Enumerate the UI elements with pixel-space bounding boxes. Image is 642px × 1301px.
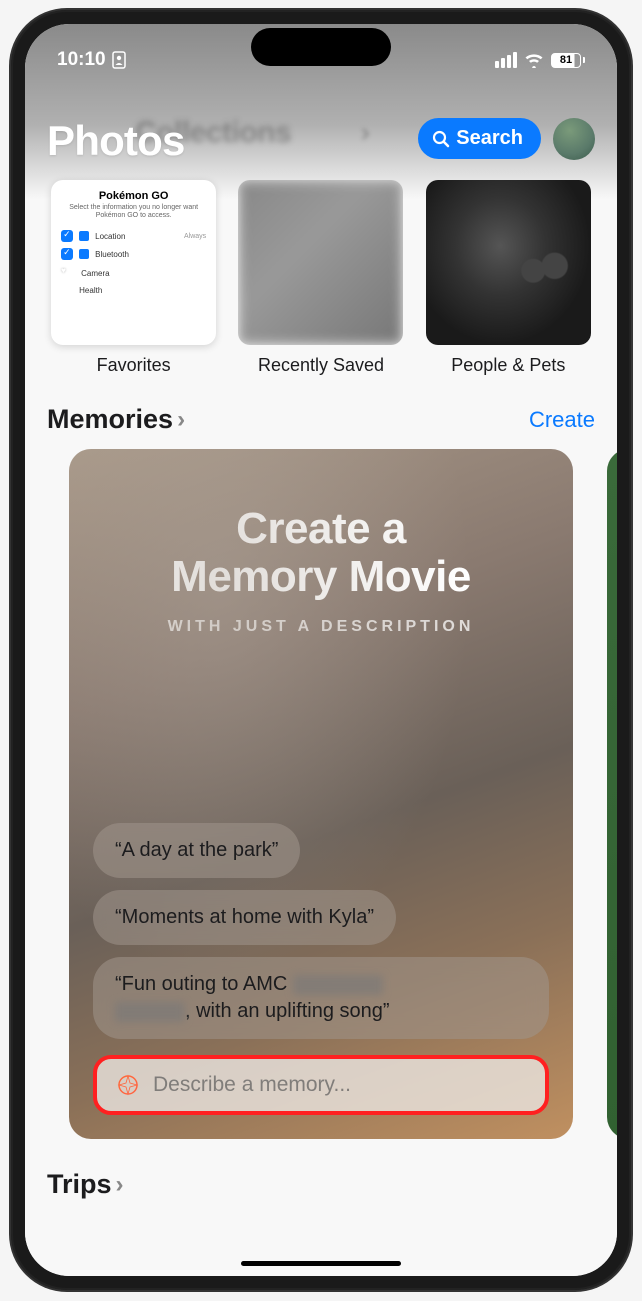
chevron-right-icon: › bbox=[177, 406, 185, 434]
create-button[interactable]: Create bbox=[529, 407, 595, 433]
collections-row[interactable]: Pokémon GO Select the information you no… bbox=[25, 180, 617, 376]
collection-people-pets[interactable]: People & Pets bbox=[422, 180, 595, 376]
app-title: Photos bbox=[47, 117, 185, 165]
redacted-text bbox=[293, 975, 383, 995]
wifi-icon bbox=[524, 52, 544, 68]
search-label: Search bbox=[456, 127, 523, 150]
suggestion-pill[interactable]: “A day at the park” bbox=[93, 823, 300, 878]
next-memory-card-peek[interactable] bbox=[607, 449, 617, 1139]
heart-icon: ♥ bbox=[61, 266, 75, 280]
trips-title-button[interactable]: Trips › bbox=[47, 1169, 595, 1200]
search-icon bbox=[432, 130, 450, 148]
suggestion-pill[interactable]: “Fun outing to AMC , with an uplifting s… bbox=[93, 957, 549, 1039]
home-indicator[interactable] bbox=[241, 1261, 401, 1266]
memory-suggestions: “A day at the park” “Moments at home wit… bbox=[93, 823, 549, 1115]
collection-label: People & Pets bbox=[451, 355, 565, 376]
status-time: 10:10 bbox=[57, 49, 106, 71]
recently-saved-thumbnail bbox=[238, 180, 403, 345]
screen: 10:10 81 Collections › Photos bbox=[25, 24, 617, 1276]
memories-header: Memories › Create bbox=[25, 376, 617, 449]
person-card-icon bbox=[112, 51, 126, 69]
dynamic-island bbox=[251, 28, 391, 66]
collection-favorites[interactable]: Pokémon GO Select the information you no… bbox=[47, 180, 220, 376]
battery-level: 81 bbox=[560, 54, 572, 66]
redacted-text bbox=[115, 1002, 185, 1022]
collection-recently-saved[interactable]: Recently Saved bbox=[234, 180, 407, 376]
favorites-thumbnail: Pokémon GO Select the information you no… bbox=[51, 180, 216, 345]
memories-title-button[interactable]: Memories › bbox=[47, 404, 185, 435]
search-button[interactable]: Search bbox=[418, 118, 541, 159]
status-time-region: 10:10 bbox=[57, 49, 126, 71]
cellular-signal-icon bbox=[495, 52, 517, 68]
battery-indicator: 81 bbox=[551, 53, 585, 68]
status-indicators: 81 bbox=[495, 52, 585, 68]
background-chevron-icon: › bbox=[361, 117, 370, 148]
profile-avatar[interactable] bbox=[553, 118, 595, 160]
chevron-right-icon: › bbox=[116, 1171, 124, 1199]
describe-memory-input[interactable]: Describe a memory... bbox=[93, 1055, 549, 1115]
phone-frame: 10:10 81 Collections › Photos bbox=[11, 10, 631, 1290]
people-pets-thumbnail bbox=[426, 180, 591, 345]
suggestion-pill[interactable]: “Moments at home with Kyla” bbox=[93, 890, 396, 945]
describe-placeholder: Describe a memory... bbox=[153, 1073, 351, 1097]
memories-carousel[interactable]: Create a Memory Movie WITH JUST A DESCRI… bbox=[25, 449, 617, 1139]
collection-label: Recently Saved bbox=[258, 355, 384, 376]
trips-header: Trips › bbox=[25, 1139, 617, 1210]
collection-label: Favorites bbox=[97, 355, 171, 376]
apple-intelligence-icon bbox=[115, 1072, 141, 1098]
create-memory-card[interactable]: Create a Memory Movie WITH JUST A DESCRI… bbox=[69, 449, 573, 1139]
app-viewport: 10:10 81 Collections › Photos bbox=[25, 24, 617, 1276]
